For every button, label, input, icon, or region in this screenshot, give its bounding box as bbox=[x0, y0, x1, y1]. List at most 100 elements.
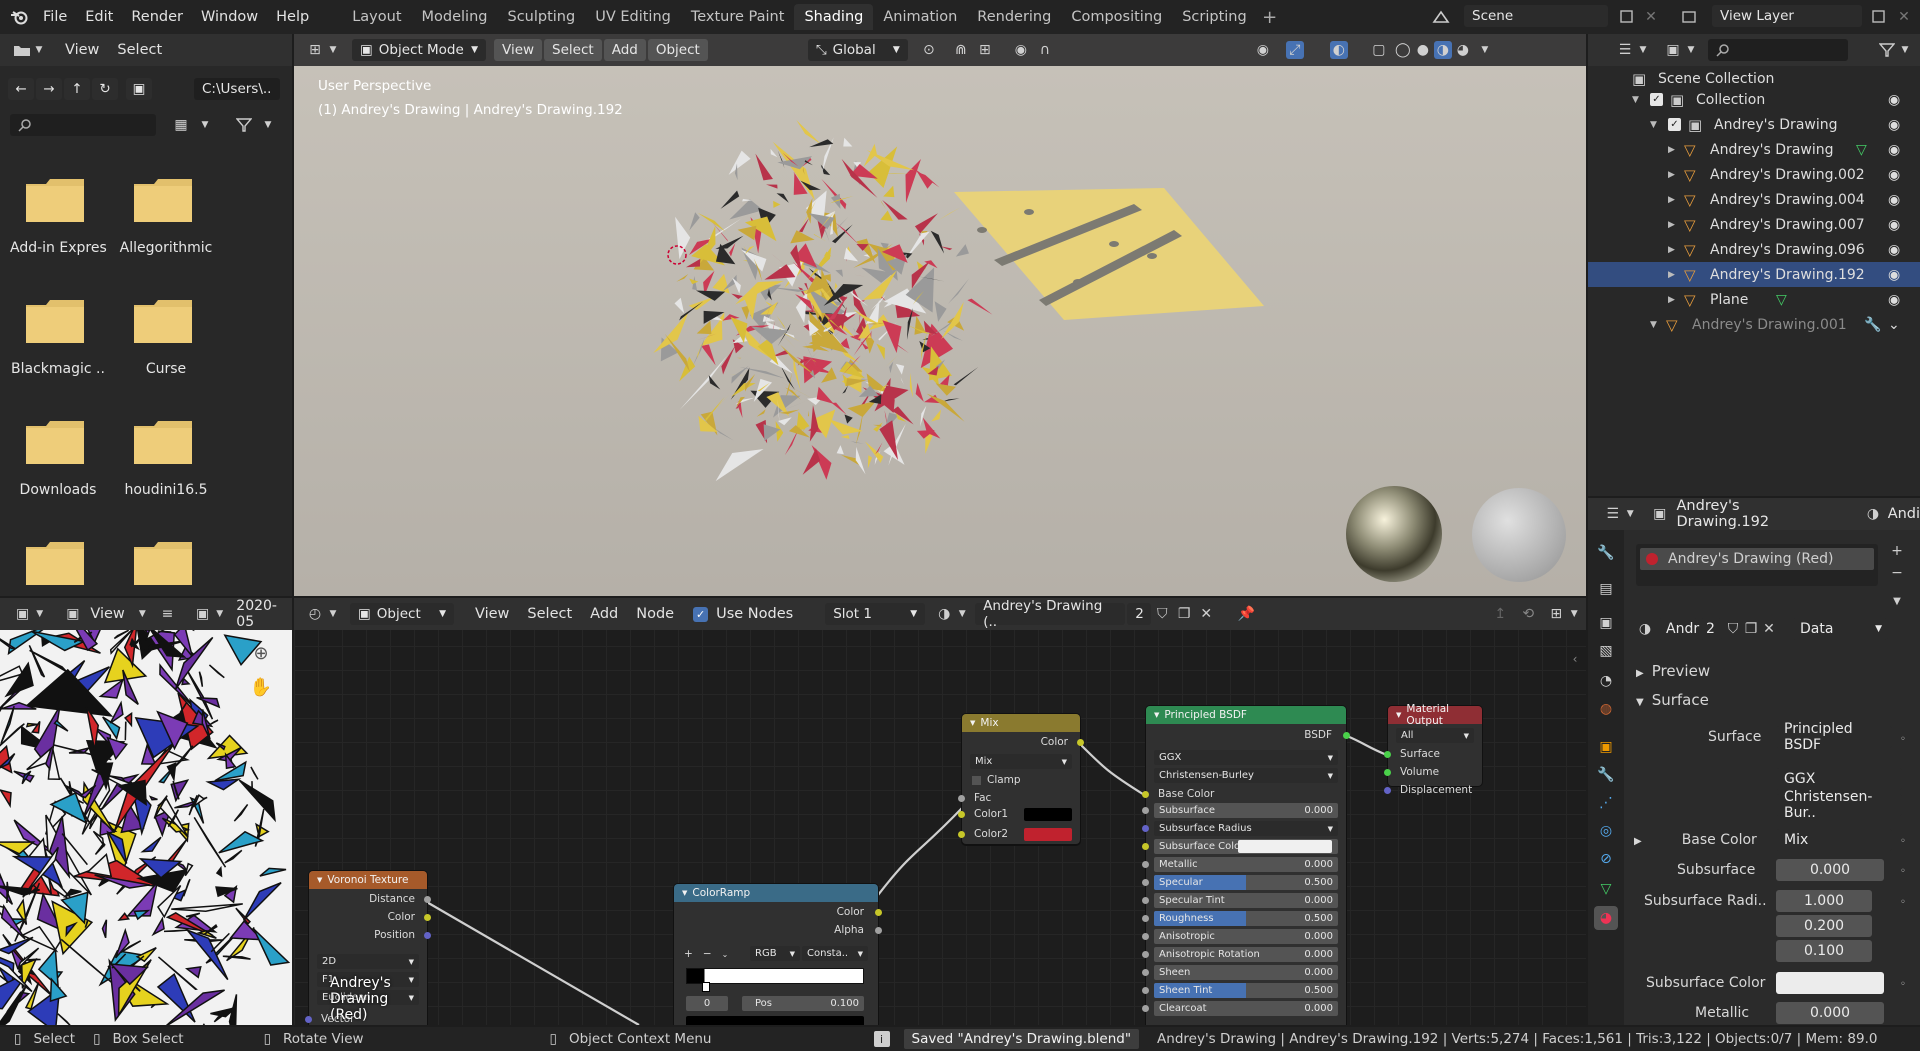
bsdf-input-socket[interactable] bbox=[1142, 987, 1149, 994]
add-slot-icon[interactable]: + bbox=[1888, 542, 1906, 560]
colorramp-interp-dropdown[interactable]: Consta.. ▼ bbox=[802, 946, 868, 961]
chevron-right-icon[interactable]: ▶ bbox=[1668, 220, 1675, 230]
chevron-down-icon[interactable]: ⌄ bbox=[1888, 317, 1900, 333]
scene-field[interactable]: Scene bbox=[1464, 5, 1608, 27]
material-tab-icon[interactable]: ◕ bbox=[1594, 906, 1618, 930]
material-users-field[interactable]: 2 bbox=[1700, 618, 1722, 640]
tab-scripting[interactable]: Scripting bbox=[1172, 4, 1256, 30]
outliner-item[interactable]: ▶ ▽ Andrey's Drawing.004 ◉ bbox=[1588, 187, 1920, 212]
constraints-tab-icon[interactable]: ⊘ bbox=[1597, 850, 1615, 868]
bsdf-input-field[interactable]: Specular 0.500 bbox=[1154, 875, 1338, 890]
editor-type-icon[interactable] bbox=[12, 41, 30, 59]
eye-icon[interactable]: ◉ bbox=[1888, 167, 1900, 183]
tab-layout[interactable]: Layout bbox=[342, 4, 411, 30]
colorramp-color-swatch[interactable] bbox=[686, 1016, 864, 1025]
bsdf-input-socket[interactable] bbox=[1142, 1005, 1149, 1012]
image-name-field[interactable]: 2020-05 bbox=[236, 598, 292, 630]
new-scene-icon[interactable] bbox=[1618, 8, 1636, 26]
subsurface-color-swatch[interactable] bbox=[1776, 972, 1884, 994]
filter-icon[interactable] bbox=[235, 116, 253, 134]
editor-type-icon[interactable]: ☰ bbox=[1616, 41, 1634, 59]
fake-user-icon[interactable]: ⛉ bbox=[1724, 620, 1742, 638]
link-dot-icon[interactable]: ◦ bbox=[1894, 893, 1912, 911]
chevron-down-icon[interactable]: ▼ bbox=[30, 41, 48, 59]
mix-color1-socket[interactable] bbox=[958, 811, 965, 818]
bsdf-input-socket[interactable] bbox=[1142, 915, 1149, 922]
bsdf-distribution-dropdown[interactable]: GGX ▼ bbox=[1154, 750, 1338, 765]
chevron-down-icon[interactable]: ▼ bbox=[1650, 120, 1657, 130]
chevron-down-icon[interactable]: ▼ bbox=[1650, 320, 1657, 330]
tab-modeling[interactable]: Modeling bbox=[412, 4, 498, 30]
folder-item[interactable]: Allegorithmic bbox=[118, 176, 214, 276]
colorramp-index-field[interactable]: 0 bbox=[686, 996, 728, 1011]
image-canvas[interactable] bbox=[0, 630, 292, 1025]
forward-button[interactable]: → bbox=[36, 78, 62, 100]
material-slot-item[interactable]: Andrey's Drawing (Red) bbox=[1640, 548, 1874, 570]
distribution-dropdown[interactable]: GGX bbox=[1776, 768, 1902, 790]
folder-item[interactable]: Blackmagic .. bbox=[10, 297, 106, 397]
colorramp-pos-field[interactable]: Pos 0.100 bbox=[742, 996, 864, 1011]
bsdf-input-socket[interactable] bbox=[1142, 969, 1149, 976]
tab-texture-paint[interactable]: Texture Paint bbox=[681, 4, 795, 30]
back-button[interactable]: ← bbox=[8, 78, 34, 100]
tab-uv-editing[interactable]: UV Editing bbox=[585, 4, 681, 30]
bsdf-header[interactable]: ▼ Principled BSDF bbox=[1146, 706, 1346, 724]
chevron-down-icon[interactable]: ▼ bbox=[211, 605, 228, 623]
outliner-search-input[interactable] bbox=[1708, 39, 1848, 61]
eye-icon[interactable]: ◉ bbox=[1888, 292, 1900, 308]
colorramp-header[interactable]: ▼ ColorRamp bbox=[674, 884, 878, 902]
tab-compositing[interactable]: Compositing bbox=[1061, 4, 1172, 30]
chevron-down-icon[interactable]: ▼ bbox=[1682, 41, 1700, 59]
scene-tab-icon[interactable]: ◔ bbox=[1597, 672, 1615, 690]
object-tab-icon[interactable]: ▣ bbox=[1597, 738, 1615, 756]
plane-object[interactable] bbox=[954, 188, 1264, 320]
menu-window[interactable]: Window bbox=[192, 9, 267, 25]
image-browse-icon[interactable]: ▣ bbox=[194, 605, 211, 623]
close-view-layer-icon[interactable]: ✕ bbox=[1895, 8, 1913, 26]
slot-specials-icon[interactable]: ▼ bbox=[1888, 592, 1906, 610]
mix-color1-swatch[interactable] bbox=[1024, 808, 1072, 821]
hamburger-icon[interactable]: ≡ bbox=[159, 605, 176, 623]
bsdf-input-field[interactable]: Subsurface Radius ▼ bbox=[1154, 821, 1338, 836]
surface-panel-header[interactable]: ▼ Surface bbox=[1636, 691, 1709, 709]
filter-icon[interactable] bbox=[1878, 41, 1896, 59]
bsdf-base-color-socket[interactable] bbox=[1142, 791, 1149, 798]
tab-shading[interactable]: Shading bbox=[794, 4, 874, 30]
metallic-field[interactable]: 0.000 bbox=[1776, 1002, 1884, 1024]
bsdf-input-socket[interactable] bbox=[1142, 879, 1149, 886]
bsdf-sss-method-dropdown[interactable]: Christensen-Burley ▼ bbox=[1154, 768, 1338, 783]
menu-render[interactable]: Render bbox=[122, 9, 192, 25]
chevron-right-icon[interactable]: ▶ bbox=[1668, 245, 1675, 255]
voronoi-header[interactable]: ▼ Voronoi Texture bbox=[309, 871, 427, 889]
link-dot-icon[interactable]: ◦ bbox=[1894, 832, 1912, 850]
outliner-item[interactable]: ▼ ▽ Andrey's Drawing.001 ⌄ 🔧 bbox=[1588, 312, 1920, 337]
folder-item[interactable]: Downloads bbox=[10, 418, 106, 518]
mix-clamp-row[interactable]: Clamp bbox=[972, 772, 1021, 788]
folder-item[interactable]: Add-in Expres bbox=[10, 176, 107, 276]
zoom-icon[interactable]: ⊕ bbox=[252, 643, 270, 664]
pan-hand-icon[interactable]: ✋ bbox=[250, 677, 272, 698]
chevron-down-icon[interactable]: ▼ bbox=[1632, 95, 1639, 105]
bsdf-input-field[interactable]: Subsurface Color bbox=[1154, 839, 1338, 854]
outliner-item[interactable]: ✓ ▼ ▣ Collection ◉ bbox=[1588, 87, 1920, 112]
eye-icon[interactable]: ◉ bbox=[1888, 217, 1900, 233]
colorramp-node[interactable]: ▼ ColorRamp Color Alpha + − ⌄ RGB ▼ Consta… bbox=[674, 884, 882, 1025]
drawing-mesh-object[interactable] bbox=[653, 120, 993, 482]
eye-icon[interactable]: ◉ bbox=[1888, 267, 1900, 283]
render-tab-icon[interactable]: ▤ bbox=[1597, 580, 1615, 598]
output-displacement-socket[interactable] bbox=[1384, 787, 1391, 794]
chevron-right-icon[interactable]: ▶ bbox=[1668, 145, 1675, 155]
new-view-layer-icon[interactable] bbox=[1870, 8, 1888, 26]
new-folder-button[interactable]: ▣ bbox=[126, 78, 152, 100]
chevron-right-icon[interactable]: ▶ bbox=[1668, 170, 1675, 180]
bsdf-input-socket[interactable] bbox=[1142, 933, 1149, 940]
fb-menu-select[interactable]: Select bbox=[108, 42, 171, 58]
exclude-checkbox[interactable]: ✓ bbox=[1650, 93, 1663, 106]
modifier-tab-icon[interactable]: 🔧 bbox=[1597, 766, 1615, 784]
image-mode-icon[interactable]: ▣ bbox=[64, 605, 81, 623]
add-workspace-icon[interactable]: + bbox=[1261, 7, 1279, 28]
mix-blend-dropdown[interactable]: Mix ▼ bbox=[970, 754, 1072, 769]
menu-file[interactable]: File bbox=[34, 9, 76, 25]
chevron-right-icon[interactable]: ▶ bbox=[1668, 270, 1675, 280]
colorramp-mode-dropdown[interactable]: RGB ▼ bbox=[750, 946, 800, 961]
